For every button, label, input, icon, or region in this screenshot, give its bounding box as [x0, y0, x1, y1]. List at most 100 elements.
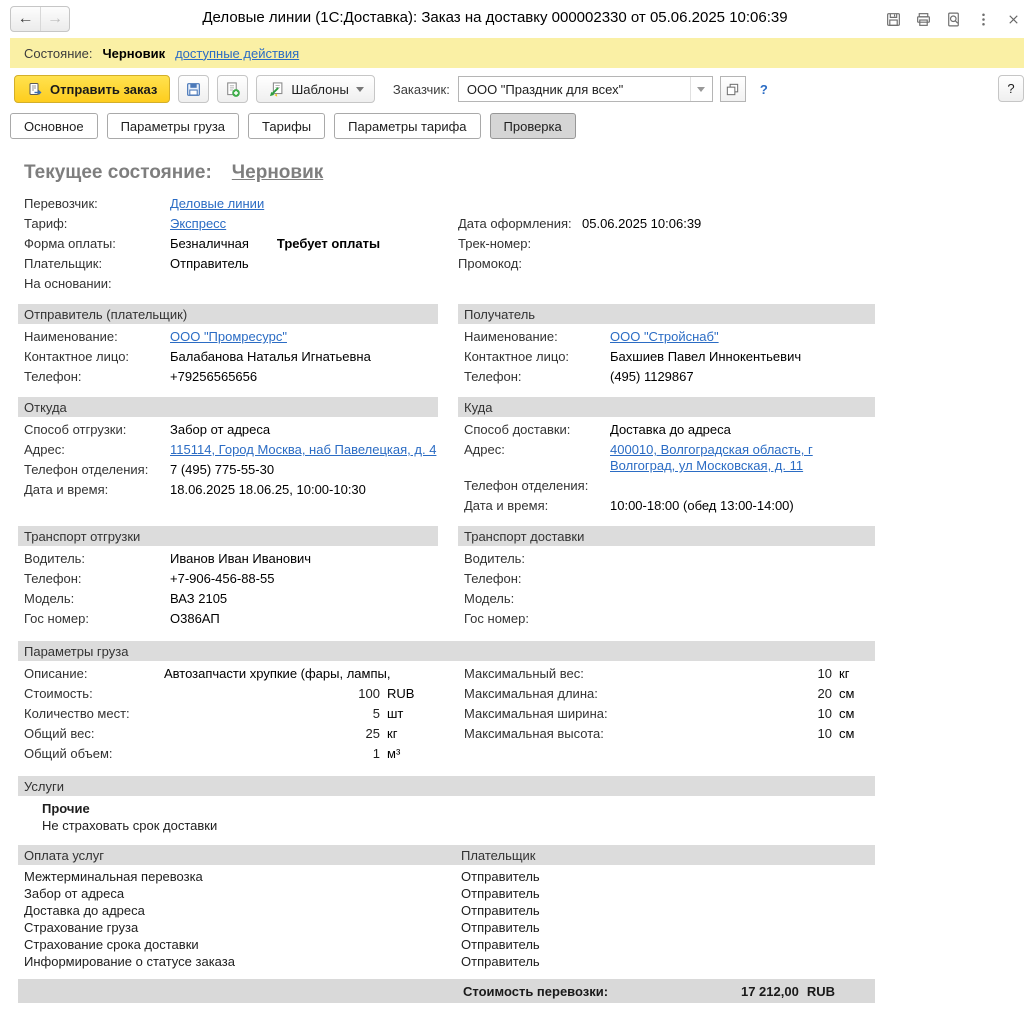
payment-service: Страхование срока доставки: [24, 937, 199, 952]
field-row: Адрес: 115114, Город Москва, наб Павелец…: [24, 440, 438, 460]
from-address-link[interactable]: 115114, Город Москва, наб Павелецкая, д.…: [170, 442, 436, 458]
total-currency: RUB: [806, 983, 835, 999]
field-value: 10: [817, 666, 832, 681]
payment-service: Межтерминальная перевозка: [24, 869, 203, 884]
close-button[interactable]: [1000, 8, 1026, 30]
field-row: Водитель:: [464, 549, 875, 569]
field-value: Иванов Иван Иванович: [170, 551, 312, 566]
field-label: Общий вес:: [24, 726, 95, 741]
customer-label: Заказчик:: [392, 81, 450, 97]
preview-button[interactable]: [940, 8, 966, 30]
field-row: Общий объем: 1 м³: [24, 744, 458, 764]
payment-row: Страхование срока доставки Отправитель: [24, 936, 875, 953]
field-row: Контактное лицо: Бахшиев Павел Иннокенть…: [464, 347, 875, 367]
window-titlebar: ← → Деловые линии (1С:Доставка): Заказ н…: [0, 0, 1034, 38]
create-based-on-button[interactable]: [217, 75, 249, 103]
back-arrow-icon: ←: [17, 10, 34, 27]
field-label: Максимальный вес:: [464, 666, 584, 681]
current-state-label: Текущее состояние:: [24, 162, 212, 183]
field-row: Описание: Автозапчасти хрупкие (фары, ла…: [24, 664, 458, 684]
customer-combobox[interactable]: ООО "Праздник для всех": [457, 76, 713, 102]
field-row: Модель: ВАЗ 2105: [24, 589, 438, 609]
close-icon: [1008, 14, 1018, 24]
field-row: Телефон отделения: 7 (495) 775-55-30: [24, 460, 438, 480]
field-row: Стоимость: 100 RUB: [24, 684, 458, 704]
field-label: Телефон:: [464, 571, 522, 586]
field-unit: см: [839, 706, 855, 721]
combobox-dropdown-button[interactable]: [689, 77, 712, 101]
back-button[interactable]: ←: [11, 7, 40, 31]
payment-row: Забор от адреса Отправитель: [24, 885, 875, 902]
payment-payer: Отправитель: [461, 886, 540, 901]
tab-tarify[interactable]: Тарифы: [248, 113, 326, 139]
field-row: Адрес: 400010, Волгоградская область, г …: [464, 440, 875, 476]
tab-osnovnoe[interactable]: Основное: [10, 113, 98, 139]
field-label: Дата оформления:: [458, 216, 572, 231]
forward-arrow-icon: →: [47, 10, 63, 27]
payment-service: Забор от адреса: [24, 886, 125, 901]
field-label: Водитель:: [464, 551, 526, 566]
field-value: 18.06.2025 18.06.25, 10:00-10:30: [170, 482, 366, 497]
print-button[interactable]: [910, 8, 936, 30]
field-row: Максимальная длина: 20 см: [464, 684, 854, 704]
print-icon: [916, 12, 930, 26]
field-label: Дата и время:: [24, 482, 109, 497]
send-order-icon: [29, 83, 42, 96]
field-value: 10: [817, 726, 832, 741]
field-row: Перевозчик: Деловые линии: [24, 194, 458, 214]
payment-row: Доставка до адреса Отправитель: [24, 902, 875, 919]
field-value: 7 (495) 775-55-30: [170, 462, 275, 477]
services-section: Услуги Прочие Не страховать срок доставк…: [18, 776, 875, 833]
field-label: Плательщик:: [24, 256, 103, 271]
field-unit: шт: [387, 706, 404, 721]
to-address-link[interactable]: 400010, Волгоградская область, г Волгогр…: [610, 442, 875, 474]
field-label: Дата и время:: [464, 498, 549, 513]
help-button[interactable]: ?: [998, 75, 1024, 102]
receiver-name-link[interactable]: ООО "Стройснаб": [610, 329, 719, 345]
field-label: Способ доставки:: [464, 422, 571, 437]
tab-parametry-gruza[interactable]: Параметры груза: [106, 113, 240, 139]
field-label: Контактное лицо:: [464, 349, 570, 364]
available-actions-link[interactable]: доступные действия: [175, 46, 299, 61]
sender-name-link[interactable]: ООО "Промресурс": [170, 329, 287, 345]
field-label: Максимальная ширина:: [464, 706, 608, 721]
section-header: Получатель: [458, 304, 875, 324]
templates-icon: [270, 81, 283, 97]
cargo-section: Параметры груза Описание: Автозапчасти х…: [18, 641, 875, 764]
templates-button[interactable]: Шаблоны: [256, 75, 375, 103]
help-label: ?: [1007, 81, 1015, 96]
send-order-button[interactable]: Отправить заказ: [14, 75, 171, 103]
forward-button[interactable]: →: [40, 7, 69, 31]
carrier-link[interactable]: Деловые линии: [170, 196, 264, 212]
field-label: Гос номер:: [24, 611, 89, 626]
field-row: Способ отгрузки: Забор от адреса: [24, 420, 438, 440]
tariff-link[interactable]: Экспресс: [170, 216, 226, 232]
field-label: Водитель:: [24, 551, 86, 566]
field-label: Форма оплаты:: [24, 236, 116, 251]
field-label: Модель:: [464, 591, 515, 606]
field-row: Телефон: +7-906-456-88-55: [24, 569, 438, 589]
save-button-titlebar[interactable]: [880, 8, 906, 30]
order-summary: Перевозчик: Деловые линии Тариф: Экспрес…: [0, 194, 1034, 294]
field-label: Стоимость:: [24, 686, 93, 701]
field-unit: см: [839, 726, 855, 741]
tab-parametry-tarifa[interactable]: Параметры тарифа: [334, 113, 481, 139]
chevron-down-icon: [697, 86, 706, 92]
field-row: Телефон: (495) 1129867: [464, 367, 875, 387]
section-header: Транспорт доставки: [458, 526, 875, 546]
tab-label: Тарифы: [262, 118, 312, 134]
field-value: Отправитель: [170, 256, 249, 271]
payment-row: Страхование груза Отправитель: [24, 919, 875, 936]
customer-help-link[interactable]: ?: [760, 82, 768, 97]
field-value: +79256565656: [170, 369, 258, 384]
tab-proverka[interactable]: Проверка: [489, 113, 576, 139]
field-row: Наименование: ООО "Стройснаб": [464, 327, 875, 347]
customer-value[interactable]: ООО "Праздник для всех": [459, 82, 690, 97]
open-customer-button[interactable]: [719, 76, 746, 102]
payment-service: Страхование груза: [24, 920, 139, 935]
transport-delivery-section: Транспорт доставки Водитель: Телефон: Мо…: [458, 526, 875, 629]
more-menu-button[interactable]: [970, 8, 996, 30]
payment-payer: Отправитель: [461, 954, 540, 969]
save-button[interactable]: [178, 75, 210, 103]
field-value: Балабанова Наталья Игнатьевна: [170, 349, 371, 364]
